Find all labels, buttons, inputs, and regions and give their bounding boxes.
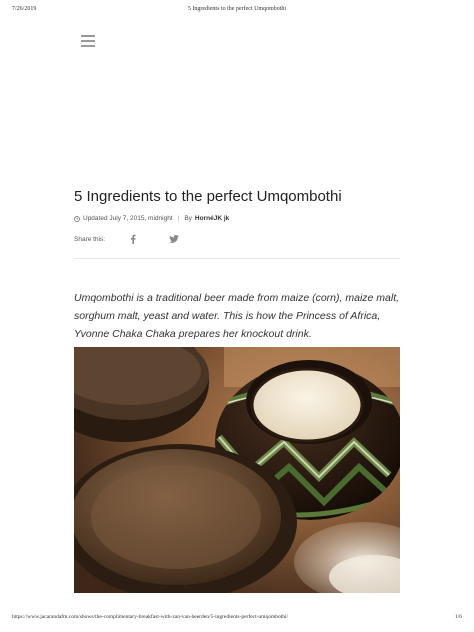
by-label: By [184,215,192,222]
divider [74,258,400,259]
clock-icon [74,215,80,222]
article-photo [74,347,400,593]
print-doc-title: 5 Ingredients to the perfect Umqombothi [187,6,287,12]
page-number: 1/6 [454,614,462,620]
article-intro: Umqombothi is a traditional beer made fr… [74,292,400,340]
twitter-icon[interactable] [169,235,179,243]
meta-separator: | [177,215,180,222]
share-label: Share this: [74,236,106,243]
article-title: 5 Ingredients to the perfect Umqombothi [74,188,342,205]
updated-date: Updated July 7, 2015, midnight [83,215,173,222]
print-url: https://www.jacarandafm.com/shows/the-co… [12,614,289,620]
facebook-icon[interactable] [130,234,136,244]
article-meta: Updated July 7, 2015, midnight | By Horn… [74,215,229,222]
author-link[interactable]: HornéJK jk [195,215,229,222]
pdf-header: 7/26/2019 5 Ingredients to the perfect U… [12,6,462,18]
hamburger-menu-icon[interactable] [81,35,95,47]
pdf-footer: https://www.jacarandafm.com/shows/the-co… [12,614,462,624]
